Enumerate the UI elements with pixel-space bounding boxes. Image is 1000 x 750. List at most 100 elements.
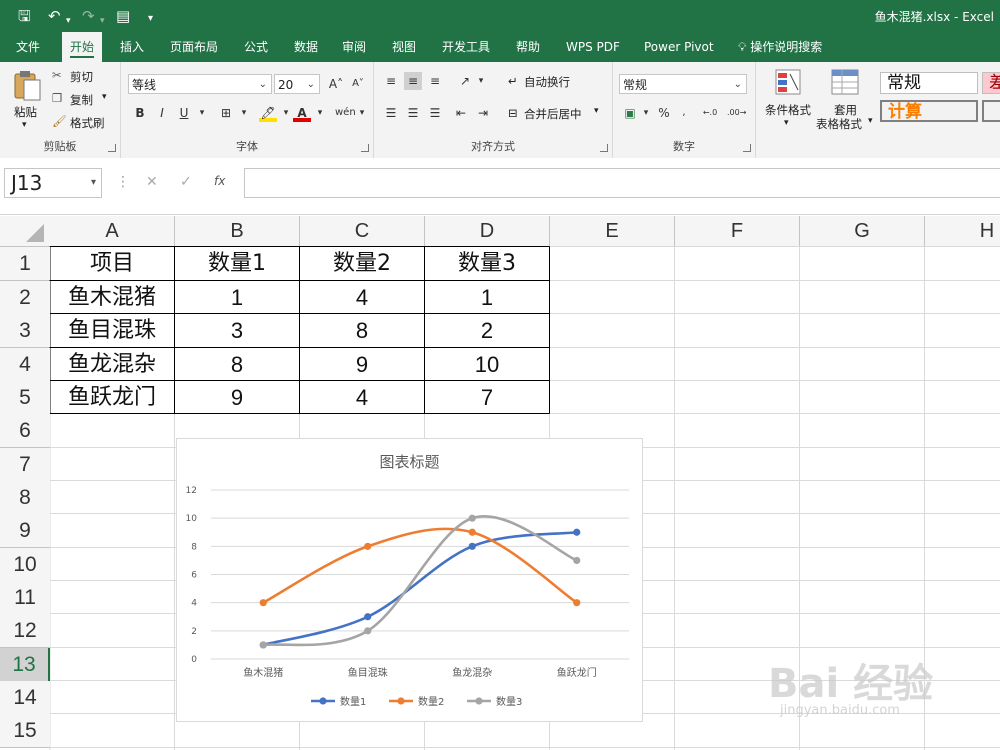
row-header-5[interactable]: 5 <box>0 381 50 414</box>
bold-button[interactable]: B <box>131 104 149 122</box>
align-bottom-icon[interactable]: ≡ <box>426 72 444 90</box>
clipboard-launcher-icon[interactable] <box>108 144 116 152</box>
tab-formulas[interactable]: 公式 <box>236 32 276 62</box>
italic-button[interactable]: I <box>153 104 171 122</box>
row-header-12[interactable]: 12 <box>0 614 50 647</box>
cell-d5[interactable]: 7 <box>425 381 549 414</box>
underline-dropdown-icon[interactable]: ▾ <box>193 104 211 122</box>
style-normal[interactable]: 常规 <box>880 72 978 94</box>
tab-help[interactable]: 帮助 <box>508 32 548 62</box>
number-format-select[interactable]: 常规 ⌄ <box>619 74 747 94</box>
name-box[interactable]: J13 ▾ <box>4 168 102 198</box>
row-header-4[interactable]: 4 <box>0 348 50 381</box>
borders-dropdown-icon[interactable]: ▾ <box>235 104 253 122</box>
tab-developer[interactable]: 开发工具 <box>434 32 498 62</box>
tab-file[interactable]: 文件 <box>8 32 48 62</box>
row-header-13[interactable]: 13 <box>0 648 50 681</box>
fill-color-icon[interactable]: 🖊︎ <box>259 104 277 122</box>
percent-button[interactable]: % <box>655 104 673 122</box>
increase-indent-icon[interactable]: ⇥ <box>474 104 492 122</box>
decrease-indent-icon[interactable]: ⇤ <box>452 104 470 122</box>
row-header-7[interactable]: 7 <box>0 448 50 481</box>
cell-c3[interactable]: 8 <box>300 314 424 347</box>
row-header-6[interactable]: 6 <box>0 414 50 447</box>
tab-home[interactable]: 开始 <box>62 32 103 62</box>
select-all-corner[interactable] <box>0 216 50 246</box>
row-header-8[interactable]: 8 <box>0 481 50 514</box>
cell-d3[interactable]: 2 <box>425 314 549 347</box>
grow-font-icon[interactable]: A˄ <box>327 75 345 93</box>
format-as-table-button[interactable]: 套用 表格格式 ▾ <box>816 68 876 138</box>
tab-insert[interactable]: 插入 <box>112 32 152 62</box>
align-right-icon[interactable]: ☰ <box>426 104 444 122</box>
enter-icon[interactable]: ✓ <box>180 174 192 190</box>
tab-view[interactable]: 视图 <box>384 32 424 62</box>
font-size-select[interactable]: 20 ⌄ <box>274 74 320 94</box>
style-bad[interactable]: 差 <box>982 72 1000 94</box>
cell-c2[interactable]: 4 <box>300 281 424 314</box>
tab-wps-pdf[interactable]: WPS PDF <box>558 32 628 62</box>
cancel-icon[interactable]: ✕ <box>146 174 158 190</box>
phonetic-dropdown-icon[interactable]: ▾ <box>353 104 371 122</box>
column-header-c[interactable]: C <box>300 216 424 246</box>
borders-icon[interactable]: ⊞ <box>217 104 235 122</box>
cell-a4[interactable]: 鱼龙混杂 <box>50 348 174 381</box>
column-header-h[interactable]: H <box>925 216 1000 246</box>
align-top-icon[interactable]: ≡ <box>382 72 400 90</box>
undo-dropdown-icon[interactable]: ▾ <box>66 11 71 31</box>
column-header-f[interactable]: F <box>675 216 799 246</box>
save-icon[interactable]: 🖫 <box>18 6 31 26</box>
cell-c5[interactable]: 4 <box>300 381 424 414</box>
shrink-font-icon[interactable]: A˅ <box>349 75 367 93</box>
cell-d2[interactable]: 1 <box>425 281 549 314</box>
tab-review[interactable]: 审阅 <box>334 32 374 62</box>
insert-function-button[interactable]: fx <box>214 174 225 188</box>
style-calculation[interactable]: 计算 <box>880 100 978 122</box>
font-color-dropdown-icon[interactable]: ▾ <box>311 104 329 122</box>
conditional-format-button[interactable]: 条件格式 ▾ <box>762 68 812 138</box>
align-center-icon[interactable]: ☰ <box>404 104 422 122</box>
tab-page-layout[interactable]: 页面布局 <box>162 32 226 62</box>
cell-a3[interactable]: 鱼目混珠 <box>50 314 174 347</box>
cell-a5[interactable]: 鱼跃龙门 <box>50 381 174 414</box>
orientation-dropdown-icon[interactable]: ▾ <box>472 72 490 90</box>
cell-d1[interactable]: 数量3 <box>425 247 549 280</box>
form-icon[interactable]: ▤ <box>116 6 130 26</box>
cell-b2[interactable]: 1 <box>175 281 299 314</box>
row-header-10[interactable]: 10 <box>0 548 50 581</box>
row-header-11[interactable]: 11 <box>0 581 50 614</box>
phonetic-icon[interactable]: wén <box>335 104 356 122</box>
cell-b4[interactable]: 8 <box>175 348 299 381</box>
column-header-b[interactable]: B <box>175 216 299 246</box>
formula-input[interactable] <box>244 168 1000 198</box>
font-launcher-icon[interactable] <box>361 144 369 152</box>
number-launcher-icon[interactable] <box>743 144 751 152</box>
undo-icon[interactable]: ↶ <box>48 6 61 26</box>
paste-button[interactable]: 粘贴 ▾ <box>12 68 42 134</box>
comma-style-icon[interactable]: , <box>675 104 693 122</box>
cell-c4[interactable]: 9 <box>300 348 424 381</box>
column-header-e[interactable]: E <box>550 216 674 246</box>
tab-data[interactable]: 数据 <box>286 32 326 62</box>
align-left-icon[interactable]: ☰ <box>382 104 400 122</box>
row-header-3[interactable]: 3 <box>0 314 50 347</box>
row-header-9[interactable]: 9 <box>0 514 50 547</box>
column-header-d[interactable]: D <box>425 216 549 246</box>
cell-b1[interactable]: 数量1 <box>175 247 299 280</box>
cell-a2[interactable]: 鱼木混猪 <box>50 281 174 314</box>
cell-d4[interactable]: 10 <box>425 348 549 381</box>
alignment-launcher-icon[interactable] <box>600 144 608 152</box>
decrease-decimal-icon[interactable]: .00→ <box>727 104 746 122</box>
tell-me-search[interactable]: 💡︎ 操作说明搜索 <box>730 32 830 62</box>
underline-button[interactable]: U <box>175 104 193 122</box>
accounting-dropdown-icon[interactable]: ▾ <box>637 104 655 122</box>
cell-b3[interactable]: 3 <box>175 314 299 347</box>
customize-toolbar-icon[interactable]: ▾ <box>148 9 153 29</box>
font-name-select[interactable]: 等线 ⌄ <box>128 74 272 94</box>
align-middle-icon[interactable]: ≡ <box>404 72 422 90</box>
cell-b5[interactable]: 9 <box>175 381 299 414</box>
increase-decimal-icon[interactable]: ←.0 <box>701 104 719 122</box>
row-header-1[interactable]: 1 <box>0 247 50 280</box>
row-header-14[interactable]: 14 <box>0 681 50 714</box>
row-header-15[interactable]: 15 <box>0 714 50 747</box>
